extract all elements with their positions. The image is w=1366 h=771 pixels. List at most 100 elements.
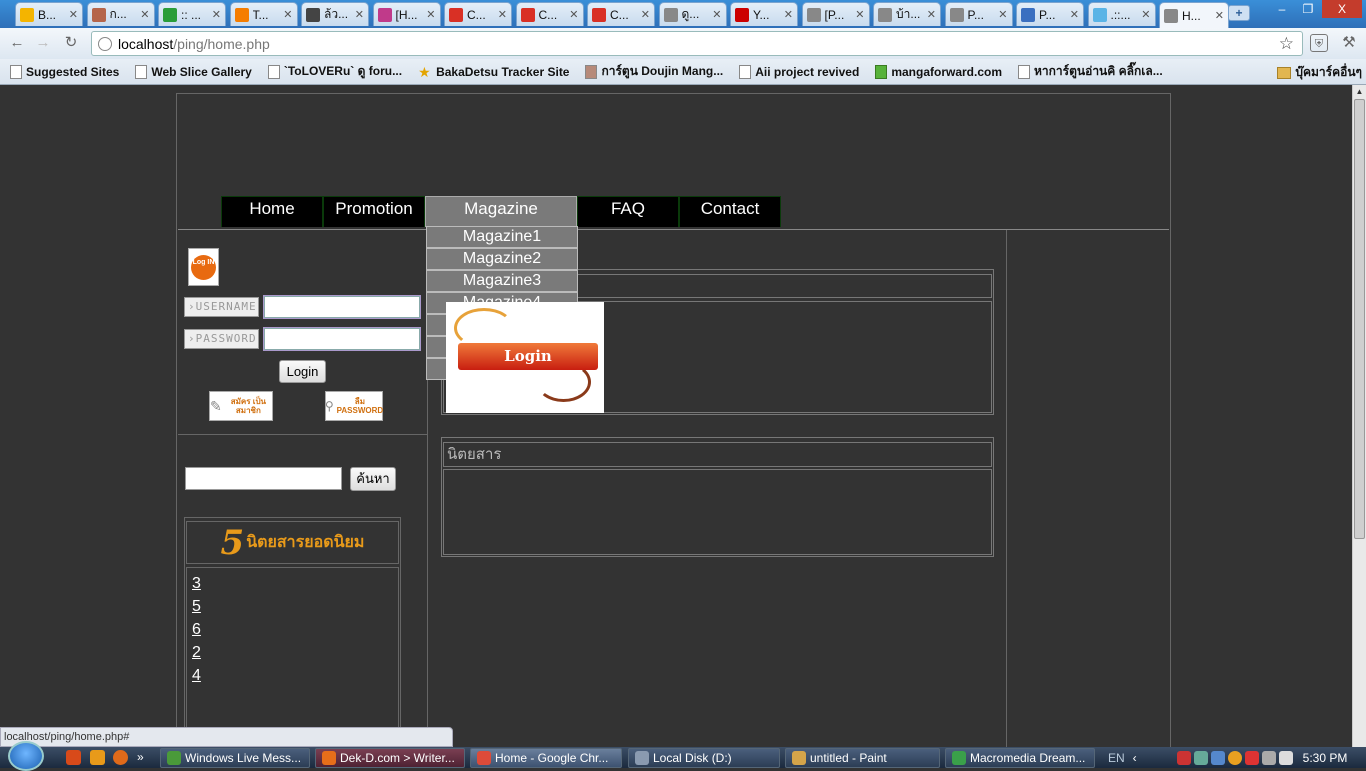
- browser-tab[interactable]: B... ✕: [15, 2, 83, 26]
- close-tab-icon[interactable]: ✕: [69, 8, 78, 21]
- menu-faq[interactable]: FAQ: [577, 196, 679, 227]
- browser-tab[interactable]: T... ✕: [229, 2, 298, 26]
- close-tab-icon[interactable]: ✕: [998, 8, 1007, 21]
- menu-promotion[interactable]: Promotion: [323, 196, 425, 227]
- top5-link[interactable]: 3: [192, 574, 398, 597]
- scroll-thumb[interactable]: [1354, 99, 1365, 539]
- volume-icon[interactable]: [1278, 750, 1293, 765]
- browser-tab[interactable]: .::... ✕: [1087, 2, 1156, 26]
- browser-tab[interactable]: บ้า... ✕: [873, 2, 941, 26]
- taskbar-task[interactable]: Local Disk (D:): [628, 748, 780, 768]
- bookmark-item[interactable]: การ์ตูน Doujin Mang...: [579, 62, 729, 81]
- dropdown-item-magazine2[interactable]: Magazine2: [426, 248, 578, 270]
- menu-magazine[interactable]: Magazine: [425, 196, 577, 227]
- close-tab-icon[interactable]: ✕: [1070, 8, 1079, 21]
- browser-tab[interactable]: P... ✕: [1016, 2, 1084, 26]
- minimize-button[interactable]: –: [1270, 0, 1294, 18]
- popup-login-button[interactable]: Login: [458, 343, 598, 370]
- browser-tab[interactable]: C... ✕: [444, 2, 512, 26]
- forward-arrow-icon[interactable]: →: [34, 34, 52, 52]
- chevron-right-icon[interactable]: »: [137, 750, 152, 765]
- browser-tab[interactable]: C... ✕: [587, 2, 655, 26]
- bookmark-item[interactable]: mangaforward.com: [869, 62, 1008, 81]
- password-field[interactable]: [263, 327, 421, 351]
- taskbar-task[interactable]: Windows Live Mess...: [160, 748, 310, 768]
- clock[interactable]: 5:30 PM: [1303, 751, 1348, 765]
- close-tab-icon[interactable]: ✕: [927, 8, 936, 21]
- register-button[interactable]: ✎ สมัคร เป็นสมาชิก: [209, 391, 273, 421]
- close-tab-icon[interactable]: ✕: [355, 8, 364, 21]
- bookmark-item[interactable]: หาการ์ตูนอ่านคิ คลิ๊กเล...: [1012, 62, 1169, 81]
- top5-link[interactable]: 4: [192, 666, 398, 689]
- quicklaunch-icon[interactable]: [66, 750, 81, 765]
- tray-app-icon[interactable]: [1210, 750, 1225, 765]
- taskbar-task[interactable]: untitled - Paint: [785, 748, 940, 768]
- firefox-icon[interactable]: [113, 750, 128, 765]
- top5-link[interactable]: 2: [192, 643, 398, 666]
- browser-tab[interactable]: :: ... ✕: [158, 2, 226, 26]
- search-input[interactable]: [185, 467, 342, 490]
- search-button[interactable]: ค้นหา: [350, 467, 396, 491]
- menu-home[interactable]: Home: [221, 196, 323, 227]
- close-tab-icon[interactable]: ✕: [1141, 8, 1150, 21]
- dropdown-item-magazine3[interactable]: Magazine3: [426, 270, 578, 292]
- quicklaunch-icon[interactable]: [90, 750, 105, 765]
- forgot-password-button[interactable]: ⚲ ลืม PASSWORD: [325, 391, 383, 421]
- shield-extension-icon[interactable]: ⛨: [1310, 34, 1328, 52]
- bookmark-item[interactable]: Web Slice Gallery: [129, 62, 258, 81]
- reload-icon[interactable]: ↻: [62, 34, 80, 52]
- browser-tab[interactable]: P... ✕: [944, 2, 1013, 26]
- bookmark-item[interactable]: Suggested Sites: [4, 62, 125, 81]
- login-popup-image[interactable]: Login: [446, 302, 604, 413]
- browser-tab[interactable]: ก... ✕: [86, 2, 155, 26]
- bookmark-star-icon[interactable]: ☆: [1279, 34, 1294, 54]
- top5-link[interactable]: 5: [192, 597, 398, 620]
- close-tab-icon[interactable]: ✕: [641, 8, 650, 21]
- close-tab-icon[interactable]: ✕: [140, 8, 149, 21]
- back-arrow-icon[interactable]: ←: [8, 34, 26, 52]
- close-tab-icon[interactable]: ✕: [212, 8, 221, 21]
- menu-contact[interactable]: Contact: [679, 196, 781, 227]
- bookmark-item[interactable]: Aii project revived: [733, 62, 865, 81]
- taskbar-task[interactable]: Dek-D.com > Writer...: [315, 748, 465, 768]
- chevron-left-icon[interactable]: ‹: [1133, 751, 1137, 765]
- wrench-menu-icon[interactable]: ⚒: [1340, 34, 1358, 52]
- scroll-up-icon[interactable]: ▲: [1353, 85, 1366, 99]
- browser-tab[interactable]: H... ✕: [1159, 2, 1229, 28]
- close-tab-icon[interactable]: ✕: [498, 8, 507, 21]
- close-tab-icon[interactable]: ✕: [855, 8, 864, 21]
- browser-tab[interactable]: Y... ✕: [730, 2, 798, 26]
- tray-app-icon[interactable]: [1176, 750, 1191, 765]
- browser-tab[interactable]: [H... ✕: [372, 2, 441, 26]
- top5-link[interactable]: 6: [192, 620, 398, 643]
- start-button[interactable]: [8, 741, 44, 771]
- vertical-scrollbar[interactable]: ▲: [1352, 85, 1366, 747]
- close-tab-icon[interactable]: ✕: [569, 8, 578, 21]
- taskbar-task[interactable]: Macromedia Dream...: [945, 748, 1095, 768]
- restore-button[interactable]: ❐: [1296, 0, 1320, 18]
- tray-app-icon[interactable]: [1227, 750, 1242, 765]
- bookmark-item[interactable]: ★ BakaDetsu Tracker Site: [412, 62, 575, 81]
- other-bookmarks-button[interactable]: บุ๊คมาร์คอื่นๆ: [1277, 63, 1362, 82]
- close-tab-icon[interactable]: ✕: [426, 8, 435, 21]
- bookmark-item[interactable]: `ToLOVERu` ดู foru...: [262, 62, 408, 81]
- taskbar-task[interactable]: Home - Google Chr...: [470, 748, 622, 768]
- browser-tab[interactable]: C... ✕: [515, 2, 584, 26]
- close-window-button[interactable]: X: [1322, 0, 1362, 18]
- close-tab-icon[interactable]: ✕: [784, 8, 793, 21]
- browser-tab[interactable]: ดู... ✕: [658, 2, 727, 26]
- close-tab-icon[interactable]: ✕: [283, 8, 292, 21]
- address-bar[interactable]: localhost/ping/home.php ☆: [91, 31, 1303, 56]
- dropdown-item-magazine1[interactable]: Magazine1: [426, 226, 578, 248]
- close-tab-icon[interactable]: ✕: [1215, 9, 1224, 22]
- close-tab-icon[interactable]: ✕: [712, 8, 721, 21]
- username-field[interactable]: [263, 295, 421, 319]
- login-button[interactable]: Login: [279, 360, 326, 383]
- browser-tab[interactable]: [P... ✕: [801, 2, 870, 26]
- new-tab-button[interactable]: +: [1228, 5, 1250, 21]
- tray-app-icon[interactable]: [1244, 750, 1259, 765]
- language-indicator[interactable]: EN: [1108, 751, 1125, 765]
- network-icon[interactable]: [1261, 750, 1276, 765]
- browser-tab[interactable]: ล้ว... ✕: [301, 2, 369, 26]
- tray-app-icon[interactable]: [1193, 750, 1208, 765]
